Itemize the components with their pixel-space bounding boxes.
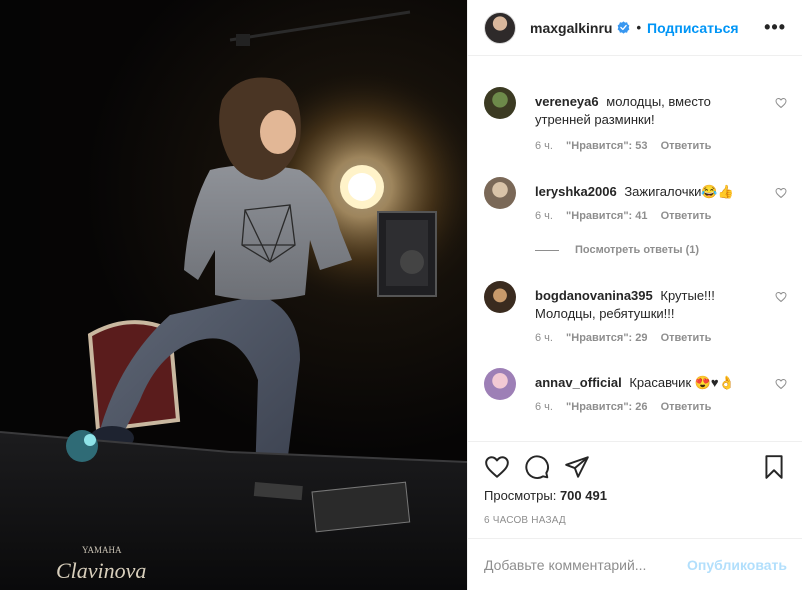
comment-like-heart-icon[interactable] [775,97,787,109]
save-bookmark-icon[interactable] [761,454,787,480]
comment-item: bogdanovanina395 Крутые!!! Молодцы, ребя… [484,281,787,351]
comment-like-heart-icon[interactable] [775,378,787,390]
comment-time[interactable]: 6 ч. [535,140,553,152]
comment-username[interactable]: annav_official [535,375,622,390]
post-timestamp[interactable]: 6 ЧАСОВ НАЗАД [484,515,566,526]
comment-reply-button[interactable]: Ответить [661,140,712,152]
comment-likes[interactable]: "Нравится": 29 [566,332,647,344]
comment-reply-button[interactable]: Ответить [661,401,712,413]
comment-time[interactable]: 6 ч. [535,332,553,344]
comment-item: annav_official Красавчик 😍♥👌 6 ч. "Нрави… [484,368,787,428]
comment-text: Красавчик 😍♥👌 [629,375,735,390]
views-count-row[interactable]: Просмотры: 700 491 [484,488,607,503]
views-count: 700 491 [559,488,607,503]
comment-like-heart-icon[interactable] [775,187,787,199]
comment-reply-button[interactable]: Ответить [661,332,712,344]
piano-model-text: Clavinova [56,558,146,583]
comment-meta: 6 ч. "Нравится": 53 Ответить [535,140,721,152]
comment-time[interactable]: 6 ч. [535,210,553,222]
view-replies-label: Посмотреть ответы (1) [575,244,700,256]
author-avatar[interactable] [484,11,516,44]
comment-avatar[interactable] [484,281,516,313]
comment-body: annav_official Красавчик 😍♥👌 [535,374,750,392]
comment-avatar[interactable] [484,87,516,119]
post-media-video[interactable]: YAMAHA Clavinova [0,0,467,590]
comment-username[interactable]: leryshka2006 [535,184,617,199]
author-username[interactable]: maxgalkinru [530,20,612,36]
action-icons-bar [484,454,787,480]
comment-body: bogdanovanina395 Крутые!!! Молодцы, ребя… [535,287,750,323]
video-frame: YAMAHA Clavinova [0,0,467,590]
piano-brand-text: YAMAHA [82,545,122,555]
comment-likes[interactable]: "Нравится": 53 [566,140,647,152]
comment-meta: 6 ч. "Нравится": 29 Ответить [535,332,721,344]
comment-likes[interactable]: "Нравится": 41 [566,210,647,222]
post-side-panel: maxgalkinru • Подписаться ••• vereneya6 … [467,0,802,590]
views-label: Просмотры: [484,488,557,503]
comment-username[interactable]: bogdanovanina395 [535,288,653,303]
follow-button[interactable]: Подписаться [647,20,739,36]
view-replies-button[interactable]: Посмотреть ответы (1) [535,244,699,256]
comment-meta: 6 ч. "Нравится": 41 Ответить [535,210,721,222]
comment-username[interactable]: vereneya6 [535,94,599,109]
add-comment-bar: Опубликовать [468,538,802,590]
like-heart-icon[interactable] [484,454,510,480]
comment-text: Зажигалочки😂👍 [624,184,734,199]
more-options-icon[interactable]: ••• [764,18,786,36]
comment-input[interactable] [484,556,688,573]
comment-reply-button[interactable]: Ответить [661,210,712,222]
comment-body: vereneya6 молодцы, вместо утренней разми… [535,93,750,129]
share-paper-plane-icon[interactable] [564,454,590,480]
comment-avatar[interactable] [484,177,516,209]
comment-body: leryshka2006 Зажигалочки😂👍 [535,183,750,201]
verified-badge-icon [618,21,630,34]
comments-list[interactable]: vereneya6 молодцы, вместо утренней разми… [468,57,802,441]
comment-meta: 6 ч. "Нравится": 26 Ответить [535,401,721,413]
header-dot-separator: • [636,20,642,35]
comment-avatar[interactable] [484,368,516,400]
post-header: maxgalkinru • Подписаться ••• [468,0,802,56]
comment-item: vereneya6 молодцы, вместо утренней разми… [484,87,787,157]
post-actions: Просмотры: 700 491 6 ЧАСОВ НАЗАД [468,441,802,538]
publish-button[interactable]: Опубликовать [687,557,787,573]
comment-likes[interactable]: "Нравится": 26 [566,401,647,413]
comment-bubble-icon[interactable] [524,454,550,480]
comment-like-heart-icon[interactable] [775,291,787,303]
view-replies-line [535,249,559,251]
comment-time[interactable]: 6 ч. [535,401,553,413]
